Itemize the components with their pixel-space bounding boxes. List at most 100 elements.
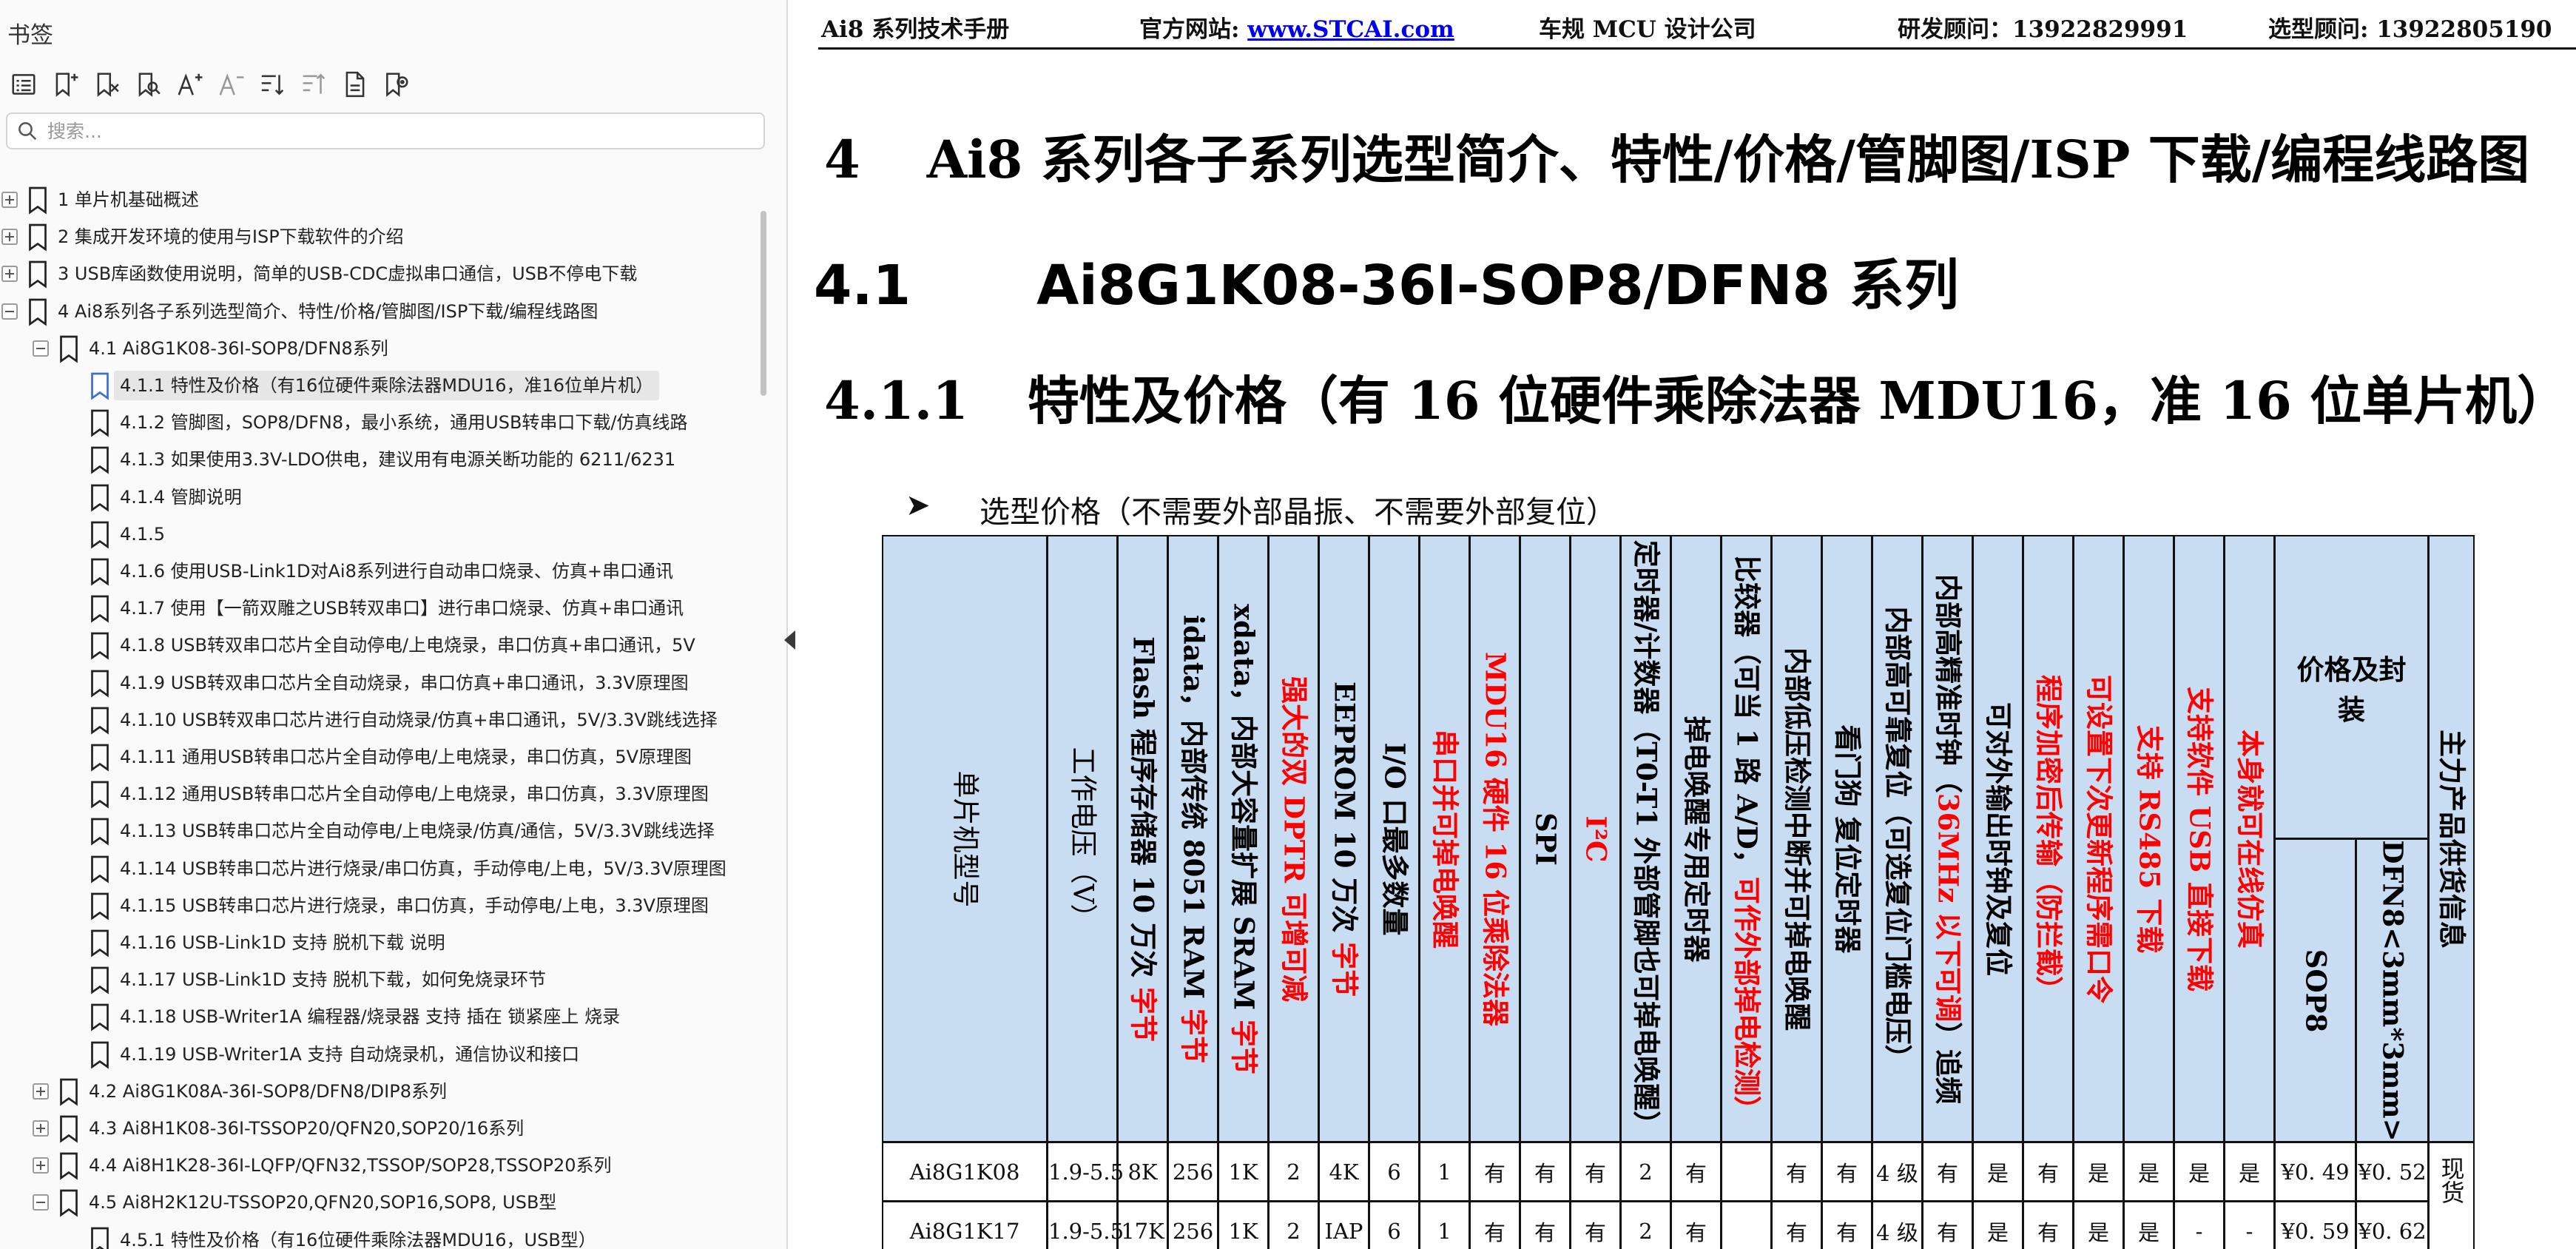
expand-icon[interactable] — [1, 192, 18, 208]
bookmark-item[interactable]: 4.1.14 USB转串口芯片进行烧录/串口仿真，手动停电/上电，5V/3.3V… — [0, 850, 740, 887]
bookmark-item[interactable]: 4.5.1 特性及价格（有16位硬件乘除法器MDU16，USB型） — [0, 1222, 740, 1249]
supply-header-cell: 主力产品供货信息 — [2428, 535, 2475, 1142]
header-text-part: 字节 — [1126, 986, 1159, 1042]
bookmark-item[interactable]: 4.1.5 — [0, 516, 740, 553]
table-cell: 6 — [1369, 1142, 1420, 1202]
delete-bookmark-icon[interactable] — [89, 67, 124, 102]
table-header-text: 定时器/计数器（T0-T1 外部管脚也可掉电唤醒） — [1630, 539, 1662, 1137]
locate-bookmark-icon[interactable] — [379, 67, 414, 102]
add-bookmark-icon[interactable] — [47, 67, 83, 102]
table-cell — [1721, 1142, 1772, 1202]
table-header-cell: SPI — [1520, 535, 1571, 1142]
header-text-part: I/O 口最多数量 — [1378, 742, 1411, 935]
bookmark-item[interactable]: 4.1.17 USB-Link1D 支持 脱机下载，如何免烧录环节 — [0, 961, 740, 998]
cell-value: 有 — [1483, 1160, 1506, 1186]
bookmark-item[interactable]: 4.1.12 通用USB转串口芯片全自动停电/上电烧录，串口仿真，3.3V原理图 — [0, 775, 740, 812]
bookmark-label: 4.1.7 使用【一箭双雕之USB转双串口】进行串口烧录、仿真+串口通讯 — [120, 598, 684, 619]
bookmark-label: 1 单片机基础概述 — [58, 189, 199, 210]
expand-all-icon[interactable] — [254, 67, 290, 102]
cell-value: 8K — [1127, 1159, 1158, 1185]
expand-icon[interactable] — [33, 1157, 49, 1174]
bookmark-item[interactable]: 4.1.8 USB转双串口芯片全自动停电/上电烧录，串口仿真+串口通讯，5V — [0, 627, 740, 664]
website-link[interactable]: www.STCAI.com — [1247, 16, 1454, 43]
collapse-icon[interactable] — [33, 1194, 49, 1211]
table-cell: 有 — [1670, 1201, 1722, 1249]
cell-value: 1.9-5.5 — [1048, 1159, 1125, 1185]
heading-text: Ai8G1K08-36I-SOP8/DFN8 系列 — [1036, 254, 1959, 317]
bookmark-icon — [27, 223, 49, 252]
header-text-part: 可对外输出时钟及复位 — [1981, 701, 2014, 976]
bookmark-item[interactable]: 4.1.9 USB转双串口芯片全自动烧录，串口仿真+串口通讯，3.3V原理图 — [0, 664, 740, 701]
bookmark-item[interactable]: 4 Ai8系列各子系列选型简介、特性/价格/管脚图/ISP下载/编程线路图 — [0, 293, 740, 330]
table-header-text: MDU16 硬件 16 位乘除法器 — [1479, 652, 1511, 1026]
bookmark-item[interactable]: 4.1.7 使用【一箭双雕之USB转双串口】进行串口烧录、仿真+串口通讯 — [0, 590, 740, 627]
header-text-part: 看门狗 复位定时器 — [1830, 724, 1864, 953]
bookmark-search-box[interactable] — [6, 112, 765, 149]
bookmark-icon — [58, 1114, 80, 1143]
collapse-sidebar-icon[interactable] — [784, 630, 795, 650]
table-header-cell: I²C — [1570, 535, 1621, 1142]
table-header-text: 内部低压检测中断并可掉电唤醒 — [1781, 647, 1813, 1031]
heading-text: Ai8 系列各子系列选型简介、特性/价格/管脚图/ISP 下载/编程线路图 — [926, 129, 2530, 190]
bookmark-item[interactable]: 4.1.15 USB转串口芯片进行烧录，串口仿真，手动停电/上电，3.3V原理图 — [0, 887, 740, 924]
sidebar-scrollbar[interactable] — [761, 211, 766, 396]
header-text-part: 36MHz 以下可调 — [1931, 792, 1964, 1022]
bookmark-label: 4.1.3 如果使用3.3V-LDO供电，建议用有电源关断功能的 6211/62… — [120, 449, 676, 471]
table-header-cell: 比较器（可当 1 路 A/D，可作外部掉电检测） — [1721, 535, 1772, 1142]
bookmark-item[interactable]: 4.4 Ai8H1K28-36I-LQFP/QFN32,TSSOP/SOP28,… — [0, 1147, 740, 1184]
header-text-part: 串口并可掉电唤醒 — [1428, 729, 1461, 949]
expand-icon[interactable] — [1, 229, 18, 246]
bookmark-item[interactable]: 1 单片机基础概述 — [0, 181, 740, 218]
bookmark-item[interactable]: 4.1.3 如果使用3.3V-LDO供电，建议用有电源关断功能的 6211/62… — [0, 441, 740, 478]
package-header-cell: DFN8<3mm*3mm> — [2356, 838, 2429, 1142]
bookmark-item[interactable]: 4.1.1 特性及价格（有16位硬件乘除法器MDU16，准16位单片机） — [0, 367, 740, 404]
bookmark-icon — [89, 892, 111, 920]
cell-value: 有 — [1936, 1160, 1958, 1186]
table-header-cell: 可对外输出时钟及复位 — [1972, 535, 2023, 1142]
table-cell: 有 — [1670, 1142, 1722, 1202]
collapse-icon[interactable] — [33, 340, 49, 357]
bookmark-item[interactable]: 4.2 Ai8G1K08A-36I-SOP8/DFN8/DIP8系列 — [0, 1073, 740, 1110]
bookmark-item[interactable]: 3 USB库函数使用说明，简单的USB-CDC虚拟串口通信，USB不停电下载 — [0, 255, 740, 292]
bookmark-item[interactable]: 4.5 Ai8H2K12U-TSSOP20,QFN20,SOP16,SOP8, … — [0, 1184, 740, 1221]
header-text-part: Flash 程序存储器 10 万次 — [1126, 636, 1159, 987]
bookmark-item[interactable]: 4.1.6 使用USB-Link1D对Ai8系列进行自动串口烧录、仿真+串口通讯 — [0, 553, 740, 590]
bookmark-item[interactable]: 4.1.16 USB-Link1D 支持 脱机下载 说明 — [0, 924, 740, 961]
bookmark-item[interactable]: 4.1.10 USB转双串口芯片进行自动烧录/仿真+串口通讯，5V/3.3V跳线… — [0, 701, 740, 738]
expand-icon[interactable] — [33, 1120, 49, 1137]
table-cell: 6 — [1369, 1201, 1420, 1249]
bookmark-item[interactable]: 4.1 Ai8G1K08-36I-SOP8/DFN8系列 — [0, 330, 740, 367]
table-cell: 17K — [1117, 1201, 1168, 1249]
expand-icon[interactable] — [1, 266, 18, 283]
font-smaller-icon[interactable] — [213, 67, 249, 102]
outline-icon[interactable] — [6, 67, 41, 102]
bookmark-tree: 1 单片机基础概述 2 集成开发环境的使用与ISP下载软件的介绍 3 USB库函数使… — [0, 181, 747, 1249]
bookmark-icon — [89, 1226, 111, 1249]
bookmark-search-input[interactable] — [46, 119, 715, 143]
collapse-icon[interactable] — [1, 303, 18, 320]
collapse-all-icon[interactable] — [296, 67, 331, 102]
bookmark-item[interactable]: 4.1.13 USB转串口芯片全自动停电/上电烧录/仿真/通信，5V/3.3V跳… — [0, 812, 740, 849]
find-bookmark-icon[interactable] — [130, 67, 166, 102]
bookmark-icon — [89, 855, 111, 883]
bookmark-item[interactable]: 2 集成开发环境的使用与ISP下载软件的介绍 — [0, 218, 740, 255]
table-header-cell: 本身就可在线仿真 — [2224, 535, 2275, 1142]
cell-value: Ai8G1K17 — [909, 1218, 1020, 1244]
font-larger-icon[interactable] — [172, 67, 207, 102]
bookmark-item[interactable]: 4.3 Ai8H1K08-36I-TSSOP20/QFN20,SOP20/16系… — [0, 1110, 740, 1147]
bookmark-item[interactable]: 4.1.2 管脚图，SOP8/DFN8，最小系统，通用USB转串口下载/仿真线路 — [0, 404, 740, 441]
page-icon[interactable] — [337, 67, 373, 102]
bookmark-icon — [89, 483, 111, 512]
bookmark-label: 4.1.13 USB转串口芯片全自动停电/上电烧录/仿真/通信，5V/3.3V跳… — [120, 821, 715, 842]
cell-value: 2 — [1639, 1218, 1653, 1244]
expand-icon[interactable] — [33, 1083, 49, 1100]
header-text-part: 程序加密后传输（防拦截） — [2032, 674, 2065, 1003]
table-header-text: 内部高精准时钟（36MHz 以下可调）追频 — [1931, 573, 1964, 1103]
bookmark-icon — [89, 1040, 111, 1069]
bookmark-item[interactable]: 4.1.18 USB-Writer1A 编程器/烧录器 支持 插在 锁紧座上 烧… — [0, 998, 740, 1035]
bookmark-item[interactable]: 4.1.19 USB-Writer1A 支持 自动烧录机，通信协议和接口 — [0, 1036, 740, 1073]
cell-value: IAP — [1324, 1218, 1363, 1244]
bookmark-item[interactable]: 4.1.11 通用USB转串口芯片全自动停电/上电烧录，串口仿真，5V原理图 — [0, 738, 740, 775]
bookmark-item[interactable]: 4.1.4 管脚说明 — [0, 479, 740, 516]
table-cell: 4 级 — [1872, 1201, 1923, 1249]
